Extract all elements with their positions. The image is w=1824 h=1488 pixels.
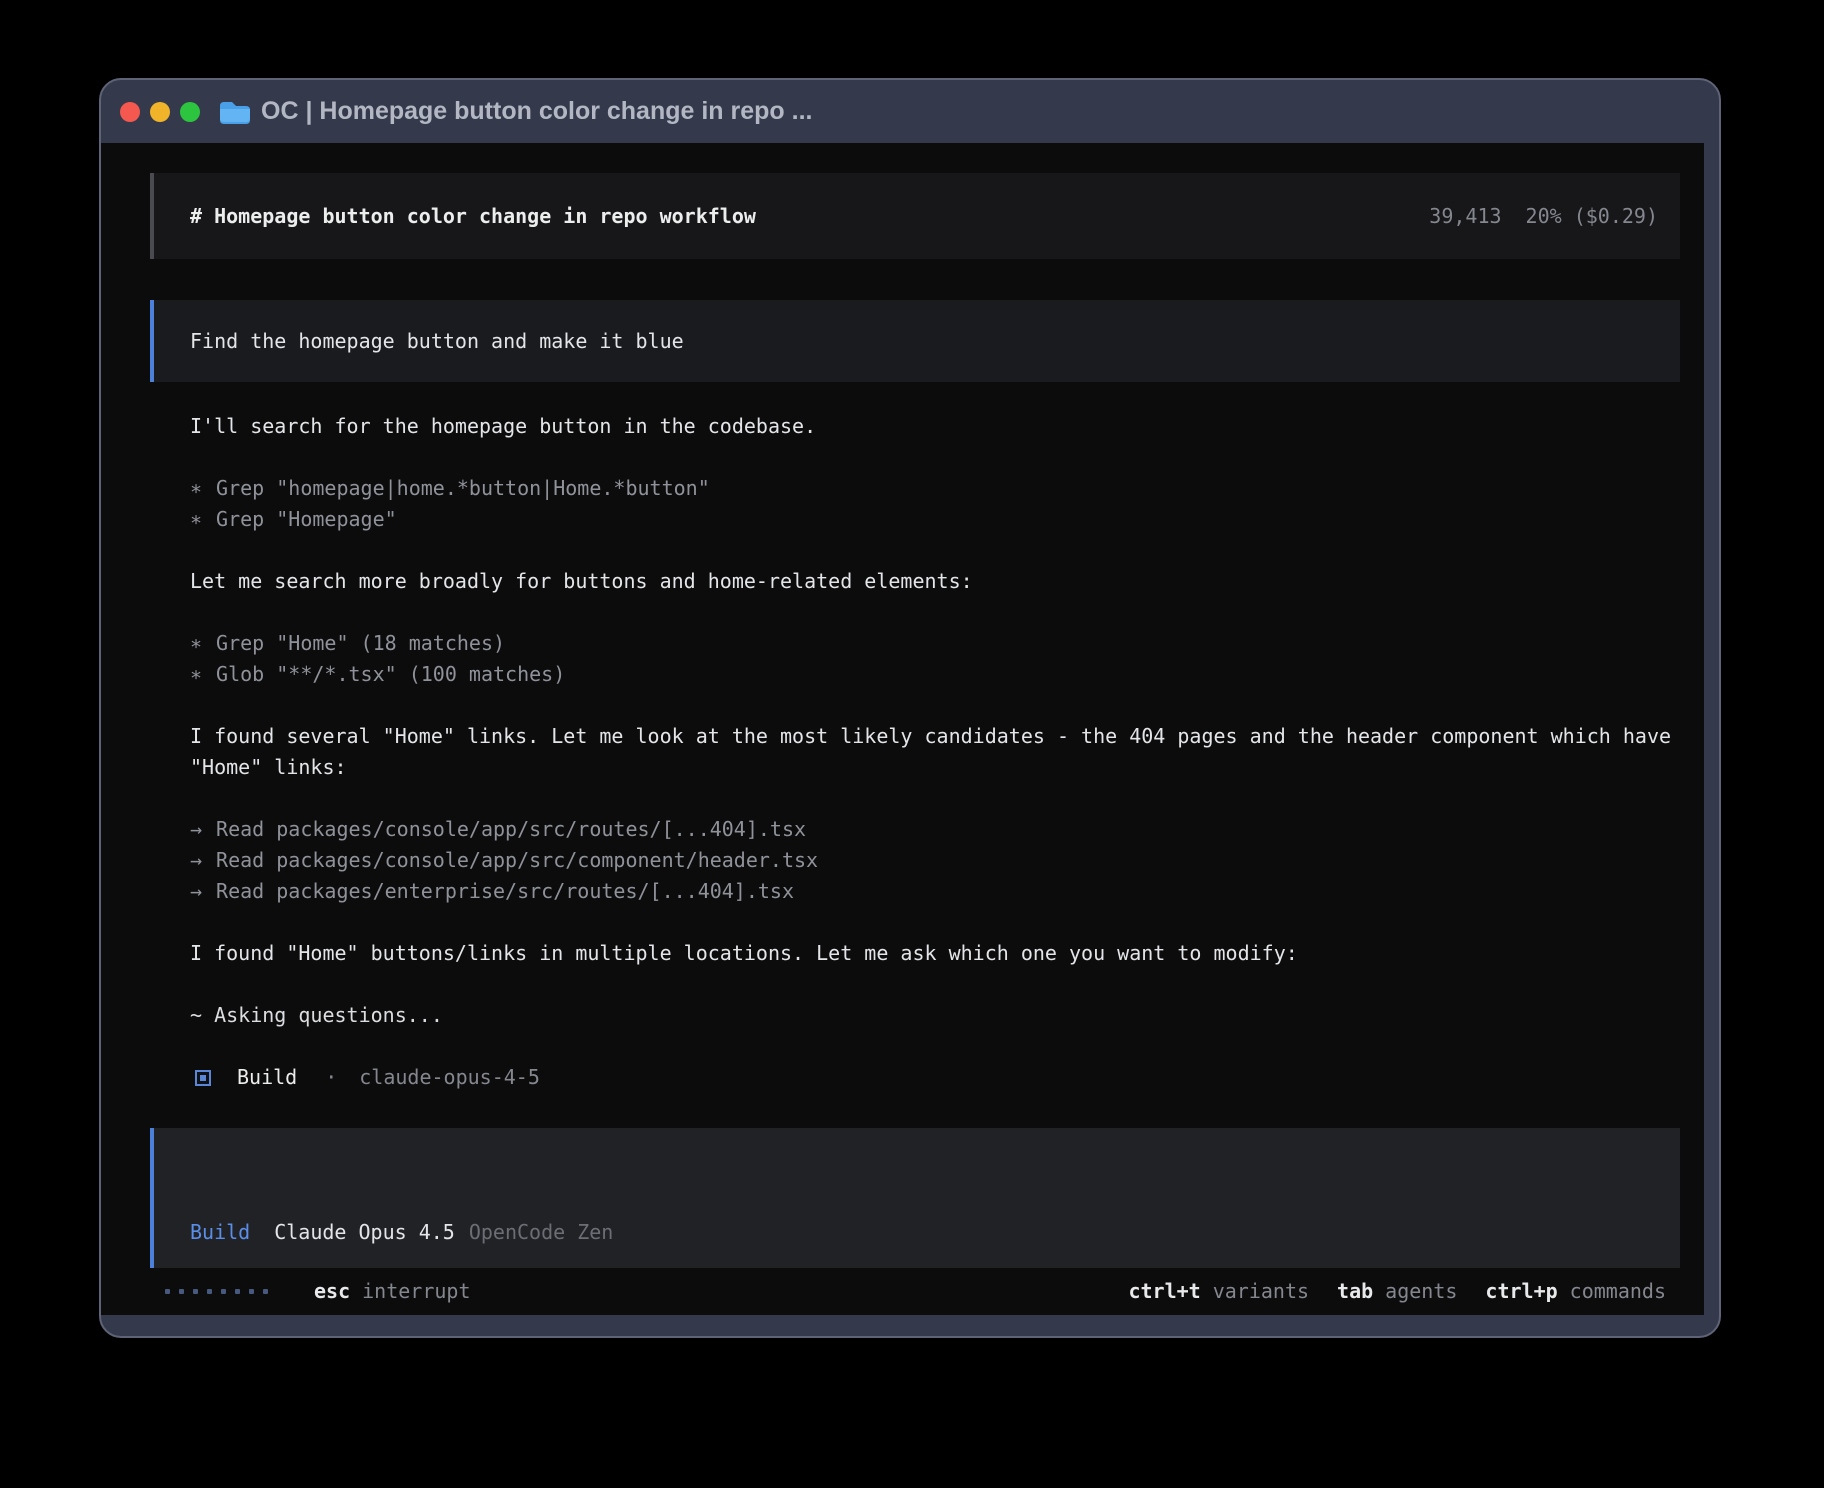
model-indicator[interactable]: Claude Opus 4.5 xyxy=(274,1217,455,1248)
assistant-text: I'll search for the homepage button in t… xyxy=(190,411,1680,442)
provider-indicator: OpenCode Zen xyxy=(469,1217,614,1248)
session-header: # Homepage button color change in repo w… xyxy=(150,173,1680,259)
assistant-text: I found several "Home" links. Let me loo… xyxy=(190,721,1680,783)
tool-bullet-icon: ∗ xyxy=(190,628,202,659)
status-bar-shortcuts: ctrl+t variants tab agents ctrl+p comman… xyxy=(1100,1276,1666,1307)
agent-info-line: Build · claude-opus-4-5 xyxy=(195,1062,1680,1093)
shortcut-agents[interactable]: tab agents xyxy=(1337,1276,1457,1307)
tool-call-read: → Read packages/console/app/src/componen… xyxy=(190,845,1680,876)
terminal-window: OC | Homepage button color change in rep… xyxy=(99,78,1721,1338)
working-status: ~ Asking questions... xyxy=(190,1000,1680,1031)
token-count: 39,413 xyxy=(1429,201,1501,232)
status-bar: esc interrupt ctrl+t variants tab agents… xyxy=(165,1276,1666,1307)
tool-call-grep: ∗ Grep "Homepage" xyxy=(190,504,1680,535)
esc-key-hint[interactable]: esc xyxy=(314,1276,350,1307)
assistant-text: Let me search more broadly for buttons a… xyxy=(190,566,1680,597)
arrow-icon: → xyxy=(190,814,202,845)
dot-separator: · xyxy=(325,1062,337,1093)
context-cost: 20% ($0.29) xyxy=(1526,201,1658,232)
tool-call-text: Glob "**/*.tsx" (100 matches) xyxy=(216,659,565,690)
maximize-button-icon[interactable] xyxy=(180,102,200,122)
assistant-text: I found "Home" buttons/links in multiple… xyxy=(190,938,1680,969)
tool-call-group: ∗ Grep "homepage|home.*button|Home.*butt… xyxy=(190,473,1680,535)
agent-name: Build xyxy=(237,1062,297,1093)
tool-call-text: Grep "Home" (18 matches) xyxy=(216,628,505,659)
arrow-icon: → xyxy=(190,845,202,876)
folder-icon xyxy=(219,99,251,125)
window-title: OC | Homepage button color change in rep… xyxy=(261,97,812,126)
session-title: # Homepage button color change in repo w… xyxy=(190,201,756,232)
close-button-icon[interactable] xyxy=(120,102,140,122)
agent-build-icon xyxy=(195,1070,211,1086)
tool-call-glob: ∗ Glob "**/*.tsx" (100 matches) xyxy=(190,659,1680,690)
tool-call-text: Read packages/console/app/src/component/… xyxy=(216,845,818,876)
terminal-content: # Homepage button color change in repo w… xyxy=(101,143,1704,1315)
chat-transcript: I'll search for the homepage button in t… xyxy=(190,411,1680,1093)
tool-call-grep: ∗ Grep "Home" (18 matches) xyxy=(190,628,1680,659)
status-bar-left: esc interrupt xyxy=(165,1276,471,1307)
tool-call-group: → Read packages/console/app/src/routes/[… xyxy=(190,814,1680,907)
tool-call-text: Grep "homepage|home.*button|Home.*button… xyxy=(216,473,710,504)
prompt-input[interactable]: Build Claude Opus 4.5 OpenCode Zen xyxy=(150,1128,1680,1268)
tool-call-text: Read packages/enterprise/src/routes/[...… xyxy=(216,876,794,907)
arrow-icon: → xyxy=(190,876,202,907)
user-message-text: Find the homepage button and make it blu… xyxy=(190,326,684,357)
tool-call-text: Grep "Homepage" xyxy=(216,504,397,535)
tool-call-group: ∗ Grep "Home" (18 matches) ∗ Glob "**/*.… xyxy=(190,628,1680,690)
tool-call-grep: ∗ Grep "homepage|home.*button|Home.*butt… xyxy=(190,473,1680,504)
tool-call-read: → Read packages/enterprise/src/routes/[.… xyxy=(190,876,1680,907)
shortcut-variants[interactable]: ctrl+t variants xyxy=(1128,1276,1309,1307)
tool-bullet-icon: ∗ xyxy=(190,659,202,690)
window-titlebar[interactable]: OC | Homepage button color change in rep… xyxy=(101,80,1719,143)
tool-bullet-icon: ∗ xyxy=(190,473,202,504)
mode-indicator[interactable]: Build xyxy=(190,1217,250,1248)
tool-bullet-icon: ∗ xyxy=(190,504,202,535)
session-stats: 39,413 20% ($0.29) xyxy=(1429,201,1658,232)
esc-key-label: interrupt xyxy=(362,1276,470,1307)
desktop: { "window": { "title": "OC | Homepage bu… xyxy=(0,0,1824,1488)
shortcut-commands[interactable]: ctrl+p commands xyxy=(1485,1276,1666,1307)
agent-model: claude-opus-4-5 xyxy=(359,1062,540,1093)
minimize-button-icon[interactable] xyxy=(150,102,170,122)
tool-call-text: Read packages/console/app/src/routes/[..… xyxy=(216,814,806,845)
spinner-dots-icon xyxy=(165,1289,277,1294)
tool-call-read: → Read packages/console/app/src/routes/[… xyxy=(190,814,1680,845)
input-footer: Build Claude Opus 4.5 OpenCode Zen xyxy=(190,1217,1644,1248)
user-message: Find the homepage button and make it blu… xyxy=(150,300,1680,382)
